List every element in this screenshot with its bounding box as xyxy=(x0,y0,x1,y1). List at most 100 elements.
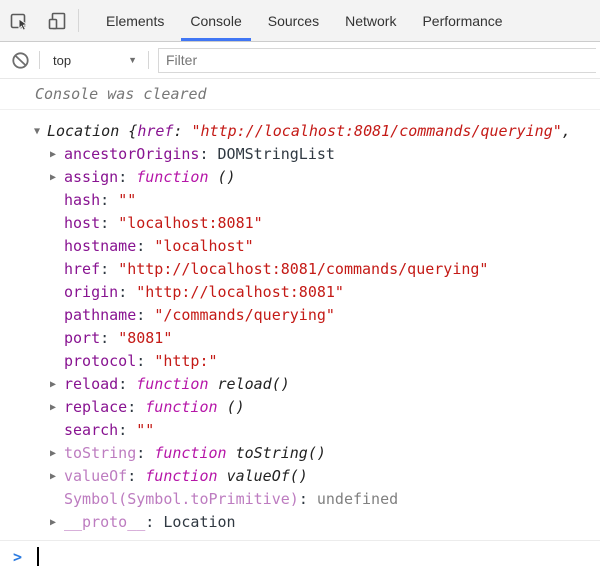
function-signature: toString() xyxy=(236,444,326,462)
property-colon: : xyxy=(100,214,118,232)
property-value: "http://localhost:8081/commands/querying… xyxy=(118,260,488,278)
property-colon: : xyxy=(136,444,154,462)
property-colon: : xyxy=(136,352,154,370)
object-preview-row[interactable]: ▼Location {href: "http://localhost:8081/… xyxy=(0,120,600,143)
function-keyword: function xyxy=(145,467,226,485)
property-colon: : xyxy=(100,260,118,278)
property-row: hash: "" xyxy=(0,189,600,212)
function-keyword: function xyxy=(136,375,217,393)
property-colon: : xyxy=(118,168,136,186)
devtools-tabs: ElementsConsoleSourcesNetworkPerformance xyxy=(93,0,516,41)
property-row: origin: "http://localhost:8081" xyxy=(0,281,600,304)
property-colon: : xyxy=(118,421,136,439)
disclosure-triangle-icon[interactable]: ▶ xyxy=(46,166,60,189)
property-name: reload xyxy=(64,375,118,393)
toolbar-divider xyxy=(39,51,40,69)
property-colon: : xyxy=(136,237,154,255)
property-value: undefined xyxy=(317,490,398,508)
property-row[interactable]: ▶ancestorOrigins: DOMStringList xyxy=(0,143,600,166)
property-name: hostname xyxy=(64,237,136,255)
property-name: origin xyxy=(64,283,118,301)
property-value: "http:" xyxy=(154,352,217,370)
property-row[interactable]: ▶toString: function toString() xyxy=(0,442,600,465)
console-info-message: Console was cleared xyxy=(0,78,600,110)
disclosure-triangle-icon[interactable]: ▶ xyxy=(46,396,60,419)
tab-performance[interactable]: Performance xyxy=(409,0,515,41)
prompt-chevron-icon: > xyxy=(13,548,22,566)
property-row[interactable]: ▶reload: function reload() xyxy=(0,373,600,396)
property-value: "" xyxy=(136,421,154,439)
property-value: "localhost:8081" xyxy=(118,214,263,232)
property-row: host: "localhost:8081" xyxy=(0,212,600,235)
preview-property-name: href xyxy=(137,122,173,140)
tab-elements[interactable]: Elements xyxy=(93,0,177,41)
property-name: valueOf xyxy=(64,467,127,485)
disclosure-triangle-icon[interactable]: ▶ xyxy=(46,465,60,488)
text-cursor xyxy=(37,547,39,566)
property-row: href: "http://localhost:8081/commands/qu… xyxy=(0,258,600,281)
chevron-down-icon: ▼ xyxy=(128,55,137,65)
property-value: "/commands/querying" xyxy=(154,306,335,324)
console-messages: Console was cleared ▼Location {href: "ht… xyxy=(0,78,600,572)
property-row: pathname: "/commands/querying" xyxy=(0,304,600,327)
property-colon: : xyxy=(299,490,317,508)
clear-console-button[interactable] xyxy=(4,42,36,78)
tab-network[interactable]: Network xyxy=(332,0,409,41)
property-name: replace xyxy=(64,398,127,416)
console-toolbar: top ▼ xyxy=(0,42,600,78)
property-row[interactable]: ▶assign: function () xyxy=(0,166,600,189)
disclosure-triangle-icon[interactable]: ▶ xyxy=(46,143,60,166)
property-colon: : xyxy=(100,191,118,209)
disclosure-triangle-expanded-icon[interactable]: ▼ xyxy=(30,120,44,143)
object-class-name: Location xyxy=(47,122,119,140)
devtools-tabbar: ElementsConsoleSourcesNetworkPerformance xyxy=(0,0,600,42)
property-row[interactable]: ▶valueOf: function valueOf() xyxy=(0,465,600,488)
disclosure-triangle-icon[interactable]: ▶ xyxy=(46,442,60,465)
property-name: pathname xyxy=(64,306,136,324)
property-colon: : xyxy=(127,398,145,416)
property-value: "http://localhost:8081" xyxy=(136,283,344,301)
property-row[interactable]: ▶replace: function () xyxy=(0,396,600,419)
property-row: port: "8081" xyxy=(0,327,600,350)
property-row: search: "" xyxy=(0,419,600,442)
property-name: protocol xyxy=(64,352,136,370)
toolbar-divider xyxy=(78,9,79,32)
tab-sources[interactable]: Sources xyxy=(255,0,332,41)
property-colon: : xyxy=(136,306,154,324)
device-toolbar-button[interactable] xyxy=(40,0,74,41)
property-colon: : xyxy=(100,329,118,347)
property-colon: : xyxy=(118,283,136,301)
property-row: hostname: "localhost" xyxy=(0,235,600,258)
property-name: assign xyxy=(64,168,118,186)
property-row: protocol: "http:" xyxy=(0,350,600,373)
inspect-element-button[interactable] xyxy=(3,0,37,41)
property-name: href xyxy=(64,260,100,278)
function-keyword: function xyxy=(136,168,217,186)
function-keyword: function xyxy=(154,444,235,462)
filter-input[interactable] xyxy=(158,48,596,73)
tab-console[interactable]: Console xyxy=(177,0,254,41)
property-name: Symbol(Symbol.toPrimitive) xyxy=(64,490,299,508)
property-colon: : xyxy=(145,513,163,531)
property-name: toString xyxy=(64,444,136,462)
property-name: host xyxy=(64,214,100,232)
device-toolbar-icon xyxy=(47,11,67,31)
property-name: search xyxy=(64,421,118,439)
property-row[interactable]: ▶__proto__: Location xyxy=(0,511,600,534)
execution-context-selector[interactable]: top ▼ xyxy=(43,42,145,78)
property-colon: : xyxy=(199,145,217,163)
console-prompt[interactable]: > xyxy=(0,540,600,572)
property-value: "8081" xyxy=(118,329,172,347)
toolbar-divider xyxy=(148,51,149,69)
property-value: DOMStringList xyxy=(218,145,335,163)
disclosure-triangle-icon[interactable]: ▶ xyxy=(46,373,60,396)
function-signature: () xyxy=(227,398,245,416)
disclosure-triangle-icon[interactable]: ▶ xyxy=(46,511,60,534)
preview-property-value: "http://localhost:8081/commands/querying… xyxy=(192,122,562,140)
property-name: ancestorOrigins xyxy=(64,145,199,163)
open-brace: { xyxy=(128,122,137,140)
property-value: "" xyxy=(118,191,136,209)
function-signature: reload() xyxy=(218,375,290,393)
function-keyword: function xyxy=(145,398,226,416)
property-name: port xyxy=(64,329,100,347)
